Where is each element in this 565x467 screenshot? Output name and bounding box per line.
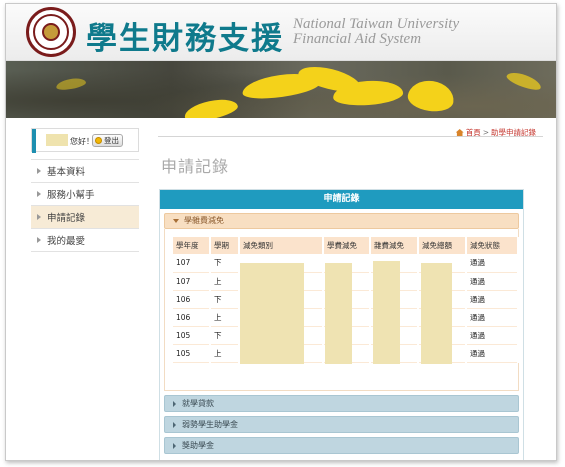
cell-term: 下: [210, 290, 240, 309]
cell-term: 上: [210, 308, 240, 327]
chevron-right-icon: [37, 191, 41, 197]
column-header: 減免類別: [239, 237, 324, 254]
column-header: 減免總額: [418, 237, 467, 254]
accordion-scholarship[interactable]: 獎助學金: [164, 437, 519, 454]
redacted-waiver-type: [240, 263, 304, 364]
logout-label: 登出: [104, 136, 119, 145]
sidebar-item-label: 基本資料: [47, 167, 86, 178]
redacted-fee-waiver: [373, 261, 400, 364]
university-seal-logo: [26, 7, 76, 57]
header-banner-image: [6, 61, 556, 118]
sidebar-nav: 基本資料 服務小幫手 申請記錄 我的最愛: [31, 159, 139, 252]
cell-year: 106: [173, 290, 211, 309]
chevron-right-icon: [37, 214, 41, 220]
sidebar-item-application-records[interactable]: 申請記錄: [31, 206, 139, 229]
home-icon: [455, 129, 464, 136]
accordion-label: 獎助學金: [182, 441, 214, 450]
cell-year: 105: [173, 326, 211, 345]
accordion-student-loan[interactable]: 就學貸款: [164, 395, 519, 412]
site-title-zh: 學生財務支援: [86, 21, 284, 57]
cell-year: 107: [173, 272, 211, 291]
sidebar-item-basic-info[interactable]: 基本資料: [31, 160, 139, 183]
sidebar-item-label: 申請記錄: [47, 213, 86, 224]
chevron-right-icon: [37, 237, 41, 243]
page-title: 申請記錄: [161, 157, 230, 176]
logout-button[interactable]: 登出: [92, 134, 123, 147]
site-header: 學生財務支援 National Taiwan University Financ…: [6, 4, 556, 61]
chevron-right-icon: [173, 421, 176, 428]
cell-status: 通過: [466, 272, 519, 291]
accordion-tuition-waiver-body: 學年度 學期 減免類別 學費減免 雜費減免 減免總額 減免狀態 107 下 通過…: [164, 229, 519, 391]
accordion-tuition-waiver[interactable]: 學雜費減免: [164, 213, 519, 229]
accordion-label: 弱勢學生助學金: [182, 420, 238, 429]
column-header: 雜費減免: [370, 237, 419, 254]
site-title-en-line2: Financial Aid System: [293, 31, 422, 47]
column-header: 學期: [210, 237, 240, 254]
accordion-label: 學雜費減免: [184, 216, 224, 225]
redacted-waiver-total: [421, 263, 452, 364]
cell-year: 105: [173, 344, 211, 363]
site-title-en: National Taiwan University Financial Aid…: [293, 17, 459, 47]
browser-frame: 學生財務支援 National Taiwan University Financ…: [5, 3, 557, 461]
cell-year: 106: [173, 308, 211, 327]
user-greeting-box: 您好！ 登出: [31, 128, 139, 153]
column-header: 減免狀態: [466, 237, 519, 254]
cell-term: 下: [210, 326, 240, 345]
cell-status: 通過: [466, 254, 519, 273]
table-header-row: 學年度 學期 減免類別 學費減免 雜費減免 減免總額 減免狀態: [173, 237, 519, 254]
accordion-label: 就學貸款: [182, 399, 214, 408]
sidebar-item-label: 服務小幫手: [47, 190, 95, 201]
cell-status: 通過: [466, 344, 519, 363]
sidebar-item-service-helper[interactable]: 服務小幫手: [31, 183, 139, 206]
site-title-en-line1: National Taiwan University: [293, 16, 460, 32]
cell-status: 通過: [466, 326, 519, 345]
accordion-disadvantaged-grant[interactable]: 弱勢學生助學金: [164, 416, 519, 433]
user-greeting: 您好！: [70, 137, 94, 146]
column-header: 學費減免: [323, 237, 371, 254]
cell-year: 107: [173, 254, 211, 273]
records-panel: 申請記錄 學雜費減免 學年度 學期 減免類別 學費減免 雜費減免 減免總額 減免…: [159, 189, 524, 460]
cell-status: 通過: [466, 290, 519, 309]
chevron-right-icon: [37, 168, 41, 174]
cell-term: 下: [210, 254, 240, 273]
column-header: 學年度: [173, 237, 211, 254]
cell-term: 上: [210, 272, 240, 291]
user-name-redacted: [46, 134, 68, 146]
panel-title: 申請記錄: [160, 190, 523, 209]
cell-term: 上: [210, 344, 240, 363]
chevron-down-icon: [173, 219, 179, 223]
cell-status: 通過: [466, 308, 519, 327]
logout-icon: [95, 137, 102, 144]
sidebar-item-favorites[interactable]: 我的最愛: [31, 229, 139, 252]
chevron-right-icon: [173, 400, 176, 407]
redacted-tuition-waiver: [325, 263, 352, 364]
breadcrumb-divider: [158, 136, 543, 137]
chevron-right-icon: [173, 442, 176, 449]
sidebar-item-label: 我的最愛: [47, 236, 86, 247]
